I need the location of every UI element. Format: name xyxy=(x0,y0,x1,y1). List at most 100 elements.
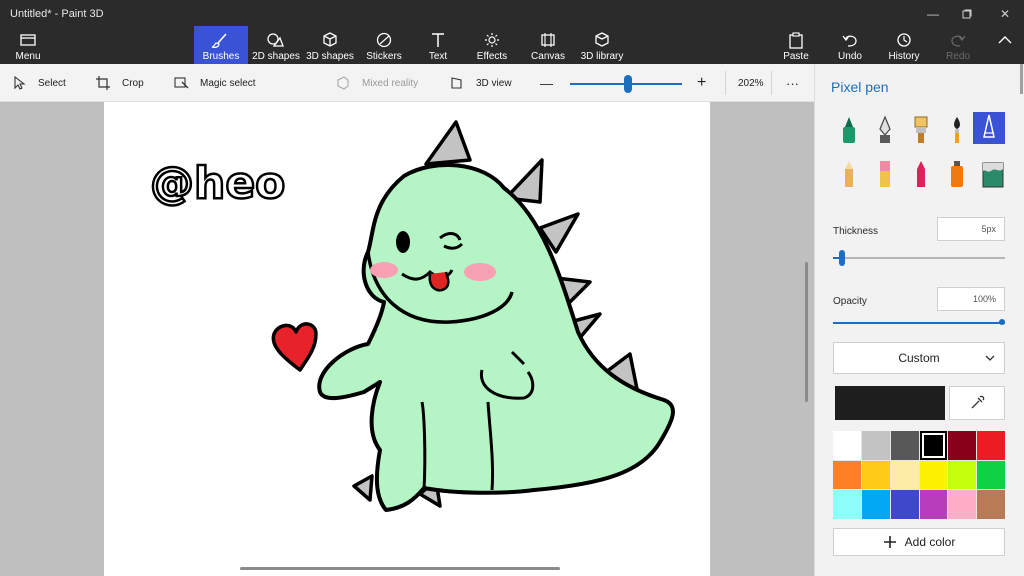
tab-2d-shapes[interactable]: 2D shapes xyxy=(250,26,302,64)
horizontal-scrollbar[interactable] xyxy=(240,567,560,570)
mixed-reality-button[interactable]: Mixed reality xyxy=(336,64,418,102)
color-swatch[interactable] xyxy=(919,460,948,490)
watercolor-icon xyxy=(954,117,960,143)
magic-select-icon xyxy=(174,77,189,89)
canvas-icon xyxy=(541,33,555,47)
redo-label: Redo xyxy=(946,51,970,62)
opacity-input[interactable]: 100% xyxy=(937,287,1005,311)
crop-label: Crop xyxy=(122,77,144,89)
color-swatch[interactable] xyxy=(948,460,977,490)
toolbar: Select Crop Magic select Mixed reality 3… xyxy=(0,64,814,102)
dinosaur-drawing: @heo xyxy=(149,120,675,512)
paste-label: Paste xyxy=(783,51,809,62)
color-swatch[interactable] xyxy=(948,490,977,519)
undo-label: Undo xyxy=(838,51,862,62)
spray-can-icon xyxy=(951,161,963,187)
history-button[interactable]: History xyxy=(884,26,924,64)
marker-brush[interactable] xyxy=(833,114,865,146)
add-color-label: Add color xyxy=(904,535,956,549)
tab-effects[interactable]: Effects xyxy=(470,26,514,64)
zoom-slider-thumb[interactable] xyxy=(624,75,633,93)
color-swatch[interactable] xyxy=(890,431,919,460)
color-swatch[interactable] xyxy=(890,460,919,490)
tab-canvas[interactable]: Canvas xyxy=(526,26,570,64)
2d-shapes-icon xyxy=(267,33,284,47)
tab-stickers[interactable]: Stickers xyxy=(360,26,408,64)
eyedropper-button[interactable] xyxy=(949,386,1005,420)
clipboard-icon xyxy=(789,32,803,49)
thickness-slider-thumb[interactable] xyxy=(839,250,845,266)
color-swatch[interactable] xyxy=(861,490,890,519)
color-swatch[interactable] xyxy=(833,490,861,519)
opacity-slider-track[interactable] xyxy=(833,322,1005,324)
color-swatch[interactable] xyxy=(919,490,948,519)
more-options-button[interactable]: ··· xyxy=(786,64,799,102)
3d-view-button[interactable]: 3D view xyxy=(450,64,512,102)
menu-button[interactable]: Menu xyxy=(6,26,50,64)
crayon-brush[interactable] xyxy=(905,158,937,190)
pencil-brush[interactable] xyxy=(833,158,865,190)
color-mode-dropdown[interactable]: Custom xyxy=(833,342,1005,374)
zoom-out-button[interactable]: — xyxy=(540,64,553,102)
select-button[interactable]: Select xyxy=(12,64,66,102)
tab-brushes[interactable]: Brushes xyxy=(194,26,248,64)
paste-button[interactable]: Paste xyxy=(776,26,816,64)
chevron-up-icon xyxy=(998,36,1012,44)
tab-canvas-label: Canvas xyxy=(531,51,565,62)
magic-select-button[interactable]: Magic select xyxy=(174,64,256,102)
current-color-swatch[interactable] xyxy=(835,386,945,420)
zoom-value-text: 202% xyxy=(738,77,764,89)
zoom-in-button[interactable]: + xyxy=(697,64,706,102)
tab-2d-shapes-label: 2D shapes xyxy=(252,51,300,62)
tab-3d-library[interactable]: 3D library xyxy=(578,26,626,64)
tab-text-label: Text xyxy=(428,51,448,62)
spray-can-brush[interactable] xyxy=(941,158,973,190)
crop-button[interactable]: Crop xyxy=(96,64,144,102)
eraser-brush[interactable] xyxy=(869,158,901,190)
maximize-button[interactable] xyxy=(952,4,982,24)
color-swatch[interactable] xyxy=(861,460,890,490)
drawing-canvas[interactable]: @heo xyxy=(104,102,710,576)
oil-brush[interactable] xyxy=(905,114,937,146)
pixel-pen-brush[interactable] xyxy=(973,112,1005,144)
color-swatch[interactable] xyxy=(833,460,861,490)
undo-button[interactable]: Undo xyxy=(830,26,870,64)
thickness-input[interactable]: 5px xyxy=(937,217,1005,241)
crayon-icon xyxy=(917,161,925,187)
collapse-ribbon-button[interactable] xyxy=(992,26,1018,64)
pencil-icon xyxy=(845,161,853,187)
color-swatch[interactable] xyxy=(861,431,890,460)
opacity-slider-thumb[interactable] xyxy=(999,319,1005,325)
thickness-slider-track[interactable] xyxy=(833,257,1005,259)
restore-icon xyxy=(962,9,972,19)
close-button[interactable]: ✕ xyxy=(990,4,1020,24)
fill-icon xyxy=(982,162,1004,188)
calligraphy-pen-brush[interactable] xyxy=(869,114,901,146)
color-swatch[interactable] xyxy=(977,490,1005,519)
eraser-icon xyxy=(880,161,890,187)
watercolor-brush[interactable] xyxy=(941,114,973,146)
tab-text[interactable]: Text xyxy=(418,26,458,64)
color-swatch[interactable] xyxy=(833,431,861,460)
tab-brushes-label: Brushes xyxy=(202,51,240,62)
minimize-button[interactable]: — xyxy=(918,4,948,24)
cursor-icon xyxy=(14,76,26,90)
zoom-value[interactable]: 202% xyxy=(738,64,764,102)
vertical-scrollbar[interactable] xyxy=(805,262,808,402)
panel-scrollbar[interactable] xyxy=(1020,64,1023,94)
tab-3d-shapes[interactable]: 3D shapes xyxy=(304,26,356,64)
color-swatch[interactable] xyxy=(948,431,977,460)
color-swatch[interactable] xyxy=(977,460,1005,490)
redo-button[interactable]: Redo xyxy=(938,26,978,64)
sun-icon xyxy=(485,33,499,47)
signature-text: @heo xyxy=(150,158,285,209)
add-color-button[interactable]: Add color xyxy=(833,528,1005,556)
color-swatch[interactable] xyxy=(977,431,1005,460)
redo-icon xyxy=(951,35,966,47)
dino-eye xyxy=(396,231,410,253)
color-swatch[interactable] xyxy=(919,431,948,460)
fill-brush[interactable] xyxy=(977,158,1009,190)
color-swatch[interactable] xyxy=(890,490,919,519)
color-mode-value: Custom xyxy=(898,351,940,365)
history-icon xyxy=(897,33,911,47)
